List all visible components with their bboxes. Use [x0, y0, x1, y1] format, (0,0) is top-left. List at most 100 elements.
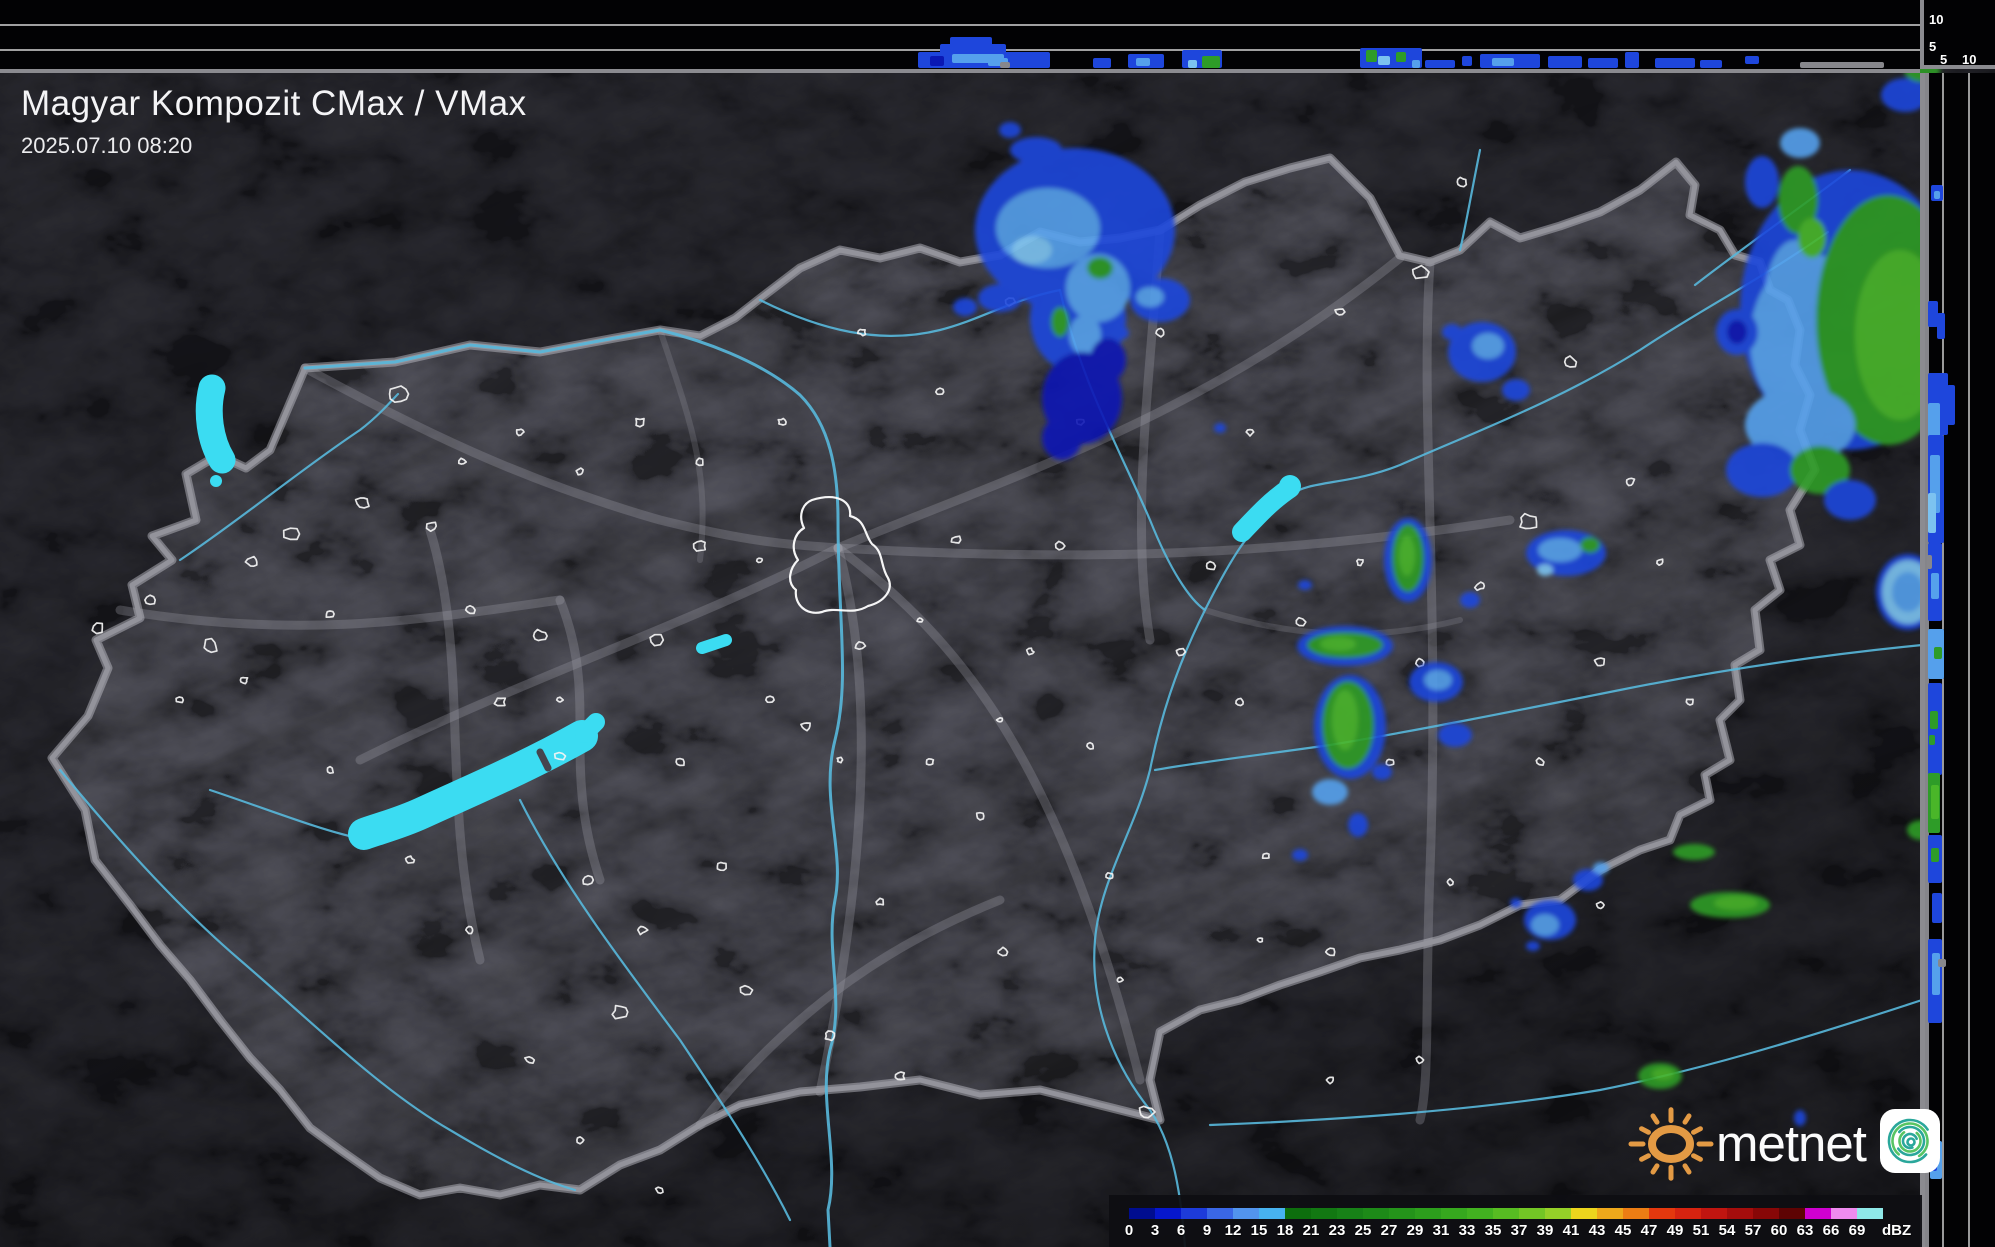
radar-echo: [1798, 218, 1826, 258]
colorbar-tick-label: 66: [1822, 1222, 1840, 1239]
colorbar-segment: [1805, 1208, 1831, 1219]
colorbar-segment: [1727, 1208, 1753, 1219]
colorbar-tick-label: 43: [1588, 1222, 1606, 1239]
radar-echo: [1537, 564, 1553, 576]
profile-echo: [1000, 62, 1010, 68]
profile-echo: [1931, 785, 1939, 819]
colorbar-tick-label: 33: [1458, 1222, 1476, 1239]
colorbar-segment: [1415, 1208, 1441, 1219]
colorbar-segment: [1857, 1208, 1883, 1219]
right-profile-echoes: [1927, 185, 1955, 1179]
radar-echo: [953, 298, 977, 316]
radar-echo: [1214, 423, 1226, 433]
profile-echo: [1625, 52, 1639, 68]
metnet-logo: metnet: [1628, 1098, 1940, 1184]
colorbar-unit-label: dBZ: [1882, 1222, 1912, 1239]
profile-echo: [1188, 60, 1197, 68]
colorbar-segment: [1337, 1208, 1363, 1219]
radar-echo: [1312, 779, 1348, 805]
colorbar-segment: [1779, 1208, 1805, 1219]
colorbar-segment: [1285, 1208, 1311, 1219]
colorbar-tick-label: 27: [1380, 1222, 1398, 1239]
colorbar-tick-label: 45: [1614, 1222, 1632, 1239]
radar-echo: [1051, 307, 1069, 337]
radar-echo: [1090, 338, 1126, 382]
profile-echo: [1928, 493, 1936, 533]
radar-echo: [1424, 670, 1452, 690]
radar-echo: [1765, 240, 1825, 360]
radar-echo: [1472, 333, 1504, 359]
profile-echo: [1492, 58, 1514, 66]
colorbar-segment: [1519, 1208, 1545, 1219]
radar-echo: [1012, 236, 1052, 264]
radar-echo: [1320, 637, 1356, 651]
page-title: Magyar Kompozit CMax / VMax: [21, 84, 527, 123]
profile-echo: [1934, 647, 1942, 659]
profile-echo: [1412, 60, 1420, 68]
vmax-top-profile-plot: [0, 24, 1920, 68]
colorbar-tick-label: 9: [1202, 1222, 1212, 1239]
colorbar-tick-label: 51: [1692, 1222, 1710, 1239]
colorbar-segment: [1363, 1208, 1389, 1219]
colorbar-tick-label: 63: [1796, 1222, 1814, 1239]
spiral-icon: [1887, 1118, 1933, 1164]
radar-echo: [1580, 537, 1600, 553]
colorbar-segment: [1597, 1208, 1623, 1219]
metnet-app-icon: [1879, 1109, 1940, 1173]
profile-echo: [1928, 301, 1938, 327]
radar-composite-screen: 10 5 5 10 Magyar Kompozit CMax / VMax 20…: [0, 0, 1995, 1247]
profile-echo: [1929, 735, 1935, 745]
radar-echo: [1726, 443, 1798, 497]
radar-echo: [1460, 592, 1480, 608]
profile-echo: [1745, 56, 1759, 64]
colorbar-segment: [1649, 1208, 1675, 1219]
profile-axis-corner: 10 5 5 10: [1920, 0, 1995, 69]
profile-echo: [1931, 573, 1939, 599]
radar-echo: [1292, 849, 1308, 861]
profile-echo: [930, 56, 944, 66]
profile-echo: [1947, 385, 1955, 425]
colorbar-tick-label: 21: [1302, 1222, 1320, 1239]
vmax-right-profile-plot: [1925, 73, 1970, 1247]
lake-velence: [696, 634, 732, 654]
top-axis-tick-5: 5: [1929, 39, 1937, 54]
radar-echo: [1087, 257, 1113, 279]
colorbar-tick-label: 15: [1250, 1222, 1268, 1239]
radar-echo: [1010, 137, 1062, 163]
profile-echo: [1800, 62, 1884, 68]
colorbar-tick-label: 49: [1666, 1222, 1684, 1239]
radar-echo: [1332, 690, 1358, 750]
radar-echo: [1438, 723, 1472, 747]
radar-echo: [1593, 862, 1609, 874]
radar-echo: [1048, 168, 1076, 188]
colorbar-segment: [1155, 1208, 1181, 1219]
colorbar-segment: [1233, 1208, 1259, 1219]
profile-echo: [1938, 959, 1946, 967]
colorbar-segment: [1467, 1208, 1493, 1219]
profile-echo: [1700, 60, 1722, 68]
sun-icon: [1628, 1107, 1714, 1181]
radar-echo: [1109, 326, 1129, 340]
colorbar-tick-label: 35: [1484, 1222, 1502, 1239]
colorbar-tick-label: 0: [1124, 1222, 1134, 1239]
profile-echo: [1655, 58, 1695, 68]
colorbar-segment: [1623, 1208, 1649, 1219]
colorbar-tick-label: 12: [1224, 1222, 1242, 1239]
profile-echo: [1462, 56, 1472, 66]
timestamp: 2025.07.10 08:20: [21, 133, 193, 158]
profile-echo: [1202, 56, 1220, 68]
profile-echo: [950, 37, 992, 46]
profile-echo: [1932, 953, 1940, 995]
colorbar-segment: [1129, 1208, 1155, 1219]
colorbar-tick-label: 54: [1718, 1222, 1736, 1239]
colorbar-segment: [1675, 1208, 1701, 1219]
radar-echo: [1780, 128, 1820, 158]
radar-echo: [1824, 480, 1876, 520]
profile-echo: [1093, 58, 1111, 68]
radar-echo: [1502, 379, 1530, 401]
profile-echo: [1932, 893, 1942, 923]
vmax-right-profile-panel: [1920, 73, 1995, 1247]
colorbar-tick-label: 41: [1562, 1222, 1580, 1239]
radar-echo: [1531, 914, 1559, 936]
lake-ferto-tail: [210, 475, 222, 487]
